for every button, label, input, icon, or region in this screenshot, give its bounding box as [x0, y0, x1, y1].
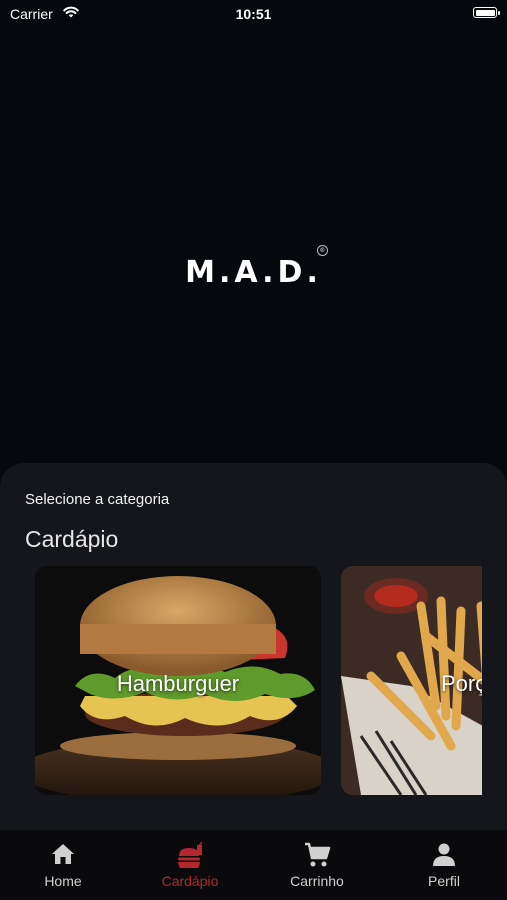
home-icon — [50, 842, 76, 871]
category-label-porcoes: Porções — [441, 671, 482, 696]
category-carousel[interactable]: Hamburguer Porç — [35, 566, 482, 798]
category-sheet: Selecione a categoria Cardápio Hamburgue… — [0, 463, 507, 830]
section-title: Cardápio — [25, 526, 119, 552]
tab-home[interactable]: Home — [0, 830, 126, 900]
tab-label-perfil: Perfil — [428, 873, 460, 889]
tab-label-cardapio: Cardápio — [161, 873, 219, 889]
status-time: 10:51 — [235, 6, 272, 22]
category-card-hamburguer[interactable]: Hamburguer — [35, 566, 321, 795]
brand-logo: M.A.D. ® — [185, 245, 328, 290]
battery-icon — [473, 7, 500, 18]
registered-mark: ® — [316, 245, 328, 256]
tab-perfil[interactable]: Perfil — [381, 830, 507, 900]
status-bar: Carrier 10:51 — [0, 0, 507, 30]
category-label-hamburguer: Hamburguer — [116, 671, 240, 696]
person-icon — [432, 842, 456, 873]
select-category-label: Selecione a categoria — [25, 491, 170, 508]
tab-label-carrinho: Carrinho — [290, 873, 344, 889]
cart-icon — [303, 842, 331, 873]
tab-cardapio[interactable]: Cardápio — [127, 830, 253, 900]
tab-carrinho[interactable]: Carrinho — [254, 830, 380, 900]
burger-icon — [175, 841, 205, 875]
category-card-porcoes[interactable]: Porções — [341, 566, 482, 795]
brand-logo-area: M.A.D. ® — [0, 245, 507, 290]
tab-label-home: Home — [44, 873, 82, 889]
brand-logo-text: M.A.D. — [185, 255, 322, 290]
tab-bar: Home Cardápio Carrinho Perfil — [0, 830, 507, 900]
